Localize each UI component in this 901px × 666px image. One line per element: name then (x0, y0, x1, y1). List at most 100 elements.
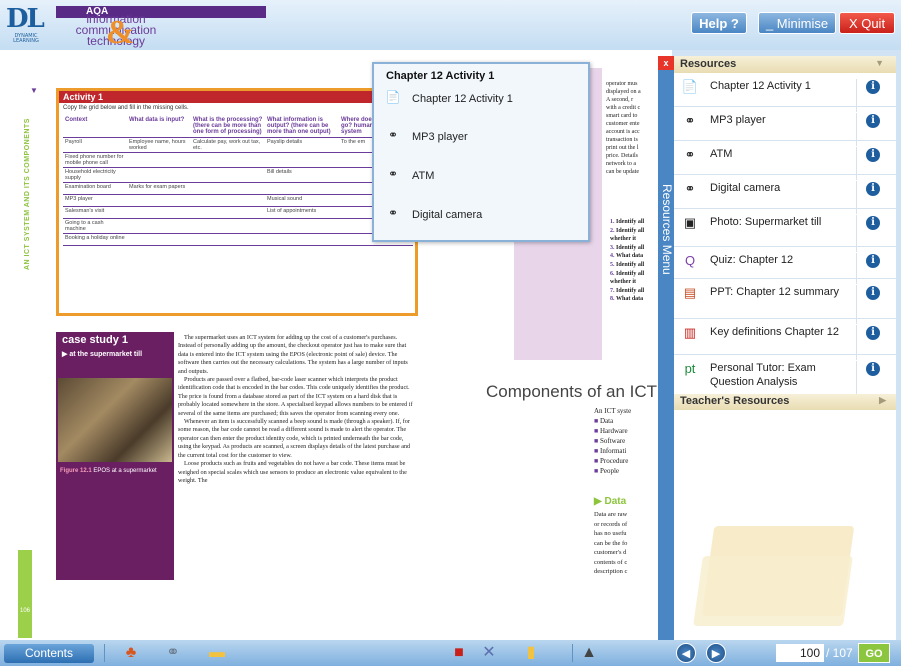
text-line: transaction is (606, 137, 638, 143)
table-cell: Payroll (63, 137, 127, 153)
contents-button[interactable]: Contents (4, 644, 94, 663)
table-cell (265, 233, 339, 246)
close-icon[interactable]: x (658, 56, 674, 70)
cards-icon[interactable]: ♣ (120, 642, 142, 664)
list-item: ■ Procedure (594, 457, 629, 465)
resource-item[interactable]: ▣ Photo: Supermarket till i (674, 209, 896, 252)
link-icon: ⚭ (387, 206, 399, 220)
page-input[interactable]: 100 (776, 644, 824, 662)
section-heading: Components of an ICT s (486, 382, 658, 401)
powerpoint-icon: ▤ (683, 285, 697, 300)
next-page-button[interactable]: ▶ (706, 643, 726, 663)
go-button[interactable]: GO (858, 643, 890, 663)
previous-page-button[interactable]: ◀ (676, 643, 696, 663)
link-icon: ⚭ (387, 167, 399, 181)
table-cell: Examination board (63, 182, 127, 195)
resource-item[interactable]: pt Personal Tutor: Exam Question Analysis… (674, 355, 896, 400)
links-icon[interactable]: ⚭ (162, 642, 184, 664)
quit-button[interactable]: X Quit (839, 12, 895, 34)
table-cell: Payslip details (265, 137, 339, 153)
info-icon: i (866, 182, 880, 196)
table-cell (127, 233, 191, 246)
text-line: print out the l (606, 145, 639, 151)
popup-title: Chapter 12 Activity 1 (386, 70, 495, 82)
table-cell: Bill details (265, 167, 339, 183)
table-cell: MP3 player (63, 194, 127, 207)
table-cell (191, 182, 265, 195)
word-doc-icon: 📄 (385, 90, 401, 104)
resource-item[interactable]: ▥ Key definitions Chapter 12 i (674, 319, 896, 360)
figure-caption: Figure 12.1 EPOS at a supermarket (60, 468, 157, 474)
activity-intro: Copy the grid below and fill in the miss… (63, 105, 189, 111)
table-cell: Calculate pay, work out tax, etc. (191, 137, 265, 153)
resource-item[interactable]: Q Quiz: Chapter 12 i (674, 247, 896, 284)
resources-menu-tab[interactable] (658, 56, 674, 640)
text-line: has no usefu (594, 530, 627, 537)
column-header: What is the processing? (there can be mo… (191, 115, 265, 138)
link-icon: ⚭ (387, 128, 399, 142)
pen-icon[interactable]: ✕ (478, 642, 500, 664)
table-cell: Employee name, hours worked (127, 137, 191, 153)
list-item: 2. Identify all whether it (610, 227, 645, 243)
info-icon: i (866, 80, 880, 94)
right-page-text: operator mus displayed on a A second, r wit… (606, 80, 656, 176)
table-cell (127, 167, 191, 183)
text-line: account is acc (606, 129, 640, 135)
list-item: 3. Identify all (610, 244, 645, 251)
minimise-button[interactable]: _ Minimise (758, 12, 836, 34)
table-cell: Fixed phone number for mobile phone call (63, 152, 127, 168)
text-line: with a credit c (606, 105, 641, 111)
text-line: can be the fo (594, 539, 628, 547)
case-study-title: case study 1 (62, 334, 129, 346)
link-icon: ⚭ (684, 147, 696, 162)
chevron-down-icon: ▼ (30, 86, 38, 95)
resource-item[interactable]: ⚭ Digital camera i (674, 175, 896, 214)
table-cell (127, 194, 191, 207)
list-item: ■ Informati (594, 447, 627, 455)
text-line: customer ente (606, 121, 640, 127)
supermarket-till-photo (58, 378, 172, 462)
resource-item[interactable]: ⚭ MP3 player i (674, 107, 896, 146)
table-cell (265, 152, 339, 168)
link-icon: ⚭ (684, 181, 696, 196)
chevron-right-icon: ▶ (879, 395, 886, 405)
chapter-side-label: AN ICT SYSTEM AND ITS COMPONENTS (24, 118, 31, 270)
chevron-down-icon: ▼ (875, 58, 884, 68)
table-cell: Going to a cash machine (63, 218, 127, 234)
case-study-subtitle: ▶ at the supermarket till (62, 351, 143, 358)
resource-item[interactable]: ▤ PPT: Chapter 12 summary i (674, 279, 896, 324)
personal-tutor-icon: pt (684, 361, 696, 376)
question-list: 1. Identify all 2. Identify all whether i… (610, 218, 656, 304)
column-header: Context (63, 115, 127, 138)
teachers-resources-header[interactable]: Teacher's Resources ▶ (674, 394, 896, 410)
graduation-cap-icon[interactable]: ▲ (578, 642, 600, 664)
list-item: 4. What data (610, 253, 644, 260)
camera-icon: ▣ (683, 215, 697, 230)
column-header: What data is input? (127, 115, 191, 138)
data-heading: ▶ Data (594, 496, 627, 507)
table-cell (127, 206, 191, 219)
resource-popup[interactable]: Chapter 12 Activity 1 📄 Chapter 12 Activ… (372, 62, 590, 242)
list-item: 6. Identify all whether it (610, 270, 645, 286)
resource-item[interactable]: ⚭ ATM i (674, 141, 896, 180)
table-cell (191, 218, 265, 234)
link-icon: ⚭ (684, 113, 696, 128)
resources-panel: Resources ▼ 📄 Chapter 12 Activity 1 i ⚭ MP3 … (674, 56, 896, 640)
table-row: Examination board Marks for exam papers (63, 182, 413, 195)
folder-icon[interactable]: ▬ (206, 642, 228, 664)
list-item: 8. What data (610, 296, 644, 303)
table-cell: Salesman's visit (63, 206, 127, 219)
list-item: ■ Software (594, 437, 626, 445)
note-icon[interactable]: ▮ (520, 642, 542, 664)
text-line: description c (594, 568, 628, 575)
table-cell (265, 218, 339, 234)
resource-item[interactable]: 📄 Chapter 12 Activity 1i (674, 73, 896, 112)
table-cell (265, 182, 339, 195)
info-icon: i (866, 326, 880, 340)
table-row: Payroll Employee name, hours worked Calcul… (63, 137, 413, 153)
components-text: An ICT syste ■ Data ■ Hardware ■ Software ■… (594, 406, 658, 476)
help-button[interactable]: Help ? (691, 12, 747, 34)
briefcase-icon[interactable]: ■ (448, 642, 470, 664)
resources-header[interactable]: Resources ▼ (674, 56, 896, 73)
text-line: smart card to (606, 113, 638, 119)
